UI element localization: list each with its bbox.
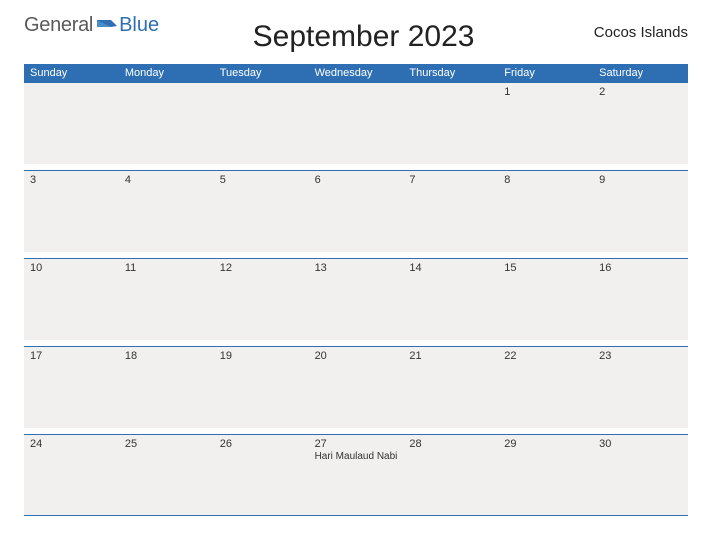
day-number: 26 xyxy=(220,438,303,450)
day-cell: 22 xyxy=(498,347,593,428)
day-number: 18 xyxy=(125,350,208,362)
day-cell: 10 xyxy=(24,259,119,340)
day-cell xyxy=(24,83,119,164)
day-number: 2 xyxy=(599,86,682,98)
logo-blue-text: Blue xyxy=(119,14,159,37)
day-number: 7 xyxy=(409,174,492,186)
day-cell: 7 xyxy=(403,171,498,252)
day-cell: 9 xyxy=(593,171,688,252)
weekday-sunday: Sunday xyxy=(24,64,119,82)
page-title: September 2023 xyxy=(159,20,568,54)
day-cell: 17 xyxy=(24,347,119,428)
day-number: 20 xyxy=(315,350,398,362)
region-label: Cocos Islands xyxy=(568,24,688,41)
day-cell: 3 xyxy=(24,171,119,252)
weekday-wednesday: Wednesday xyxy=(309,64,404,82)
weekday-saturday: Saturday xyxy=(593,64,688,82)
day-cell: 2 xyxy=(593,83,688,164)
day-number: 27 xyxy=(315,438,398,450)
day-number: 5 xyxy=(220,174,303,186)
day-cell: 1 xyxy=(498,83,593,164)
day-cell: 6 xyxy=(309,171,404,252)
day-number: 29 xyxy=(504,438,587,450)
day-cell: 18 xyxy=(119,347,214,428)
day-number: 14 xyxy=(409,262,492,274)
logo-general-text: General xyxy=(24,14,93,37)
day-number: 6 xyxy=(315,174,398,186)
day-cell xyxy=(214,83,309,164)
week-row: 10 11 12 13 14 15 16 xyxy=(24,258,688,340)
day-number: 30 xyxy=(599,438,682,450)
day-cell xyxy=(119,83,214,164)
day-number: 24 xyxy=(30,438,113,450)
holiday-label: Hari Maulaud Nabi xyxy=(315,451,398,462)
day-cell xyxy=(403,83,498,164)
week-row: 17 18 19 20 21 22 23 xyxy=(24,346,688,428)
weekday-thursday: Thursday xyxy=(403,64,498,82)
day-number: 22 xyxy=(504,350,587,362)
day-cell: 16 xyxy=(593,259,688,340)
week-row: 3 4 5 6 7 8 9 xyxy=(24,170,688,252)
logo-flag-icon xyxy=(97,18,117,34)
day-number: 15 xyxy=(504,262,587,274)
day-number: 12 xyxy=(220,262,303,274)
day-number: 28 xyxy=(409,438,492,450)
header: General Blue September 2023 Cocos Island… xyxy=(24,14,688,54)
day-cell: 11 xyxy=(119,259,214,340)
day-number: 9 xyxy=(599,174,682,186)
day-number: 13 xyxy=(315,262,398,274)
day-cell: 29 xyxy=(498,435,593,516)
weekday-tuesday: Tuesday xyxy=(214,64,309,82)
day-cell: 5 xyxy=(214,171,309,252)
day-number: 1 xyxy=(504,86,587,98)
day-cell: 13 xyxy=(309,259,404,340)
day-cell: 23 xyxy=(593,347,688,428)
day-cell: 25 xyxy=(119,435,214,516)
day-number: 8 xyxy=(504,174,587,186)
day-cell xyxy=(309,83,404,164)
day-cell: 12 xyxy=(214,259,309,340)
day-cell: 27 Hari Maulaud Nabi xyxy=(309,435,404,516)
week-row: 1 2 xyxy=(24,82,688,164)
day-number: 25 xyxy=(125,438,208,450)
day-cell: 28 xyxy=(403,435,498,516)
day-number: 17 xyxy=(30,350,113,362)
day-cell: 19 xyxy=(214,347,309,428)
day-number: 10 xyxy=(30,262,113,274)
week-row: 24 25 26 27 Hari Maulaud Nabi 28 29 30 xyxy=(24,434,688,516)
day-number: 16 xyxy=(599,262,682,274)
weekday-header: Sunday Monday Tuesday Wednesday Thursday… xyxy=(24,64,688,82)
day-number: 3 xyxy=(30,174,113,186)
logo: General Blue xyxy=(24,14,159,37)
day-number: 21 xyxy=(409,350,492,362)
day-number: 19 xyxy=(220,350,303,362)
day-number: 23 xyxy=(599,350,682,362)
day-number: 11 xyxy=(125,262,208,274)
day-cell: 4 xyxy=(119,171,214,252)
calendar: Sunday Monday Tuesday Wednesday Thursday… xyxy=(24,64,688,516)
day-cell: 24 xyxy=(24,435,119,516)
day-cell: 30 xyxy=(593,435,688,516)
day-cell: 15 xyxy=(498,259,593,340)
day-cell: 26 xyxy=(214,435,309,516)
day-cell: 14 xyxy=(403,259,498,340)
weekday-monday: Monday xyxy=(119,64,214,82)
weekday-friday: Friday xyxy=(498,64,593,82)
day-number: 4 xyxy=(125,174,208,186)
day-cell: 21 xyxy=(403,347,498,428)
day-cell: 8 xyxy=(498,171,593,252)
day-cell: 20 xyxy=(309,347,404,428)
